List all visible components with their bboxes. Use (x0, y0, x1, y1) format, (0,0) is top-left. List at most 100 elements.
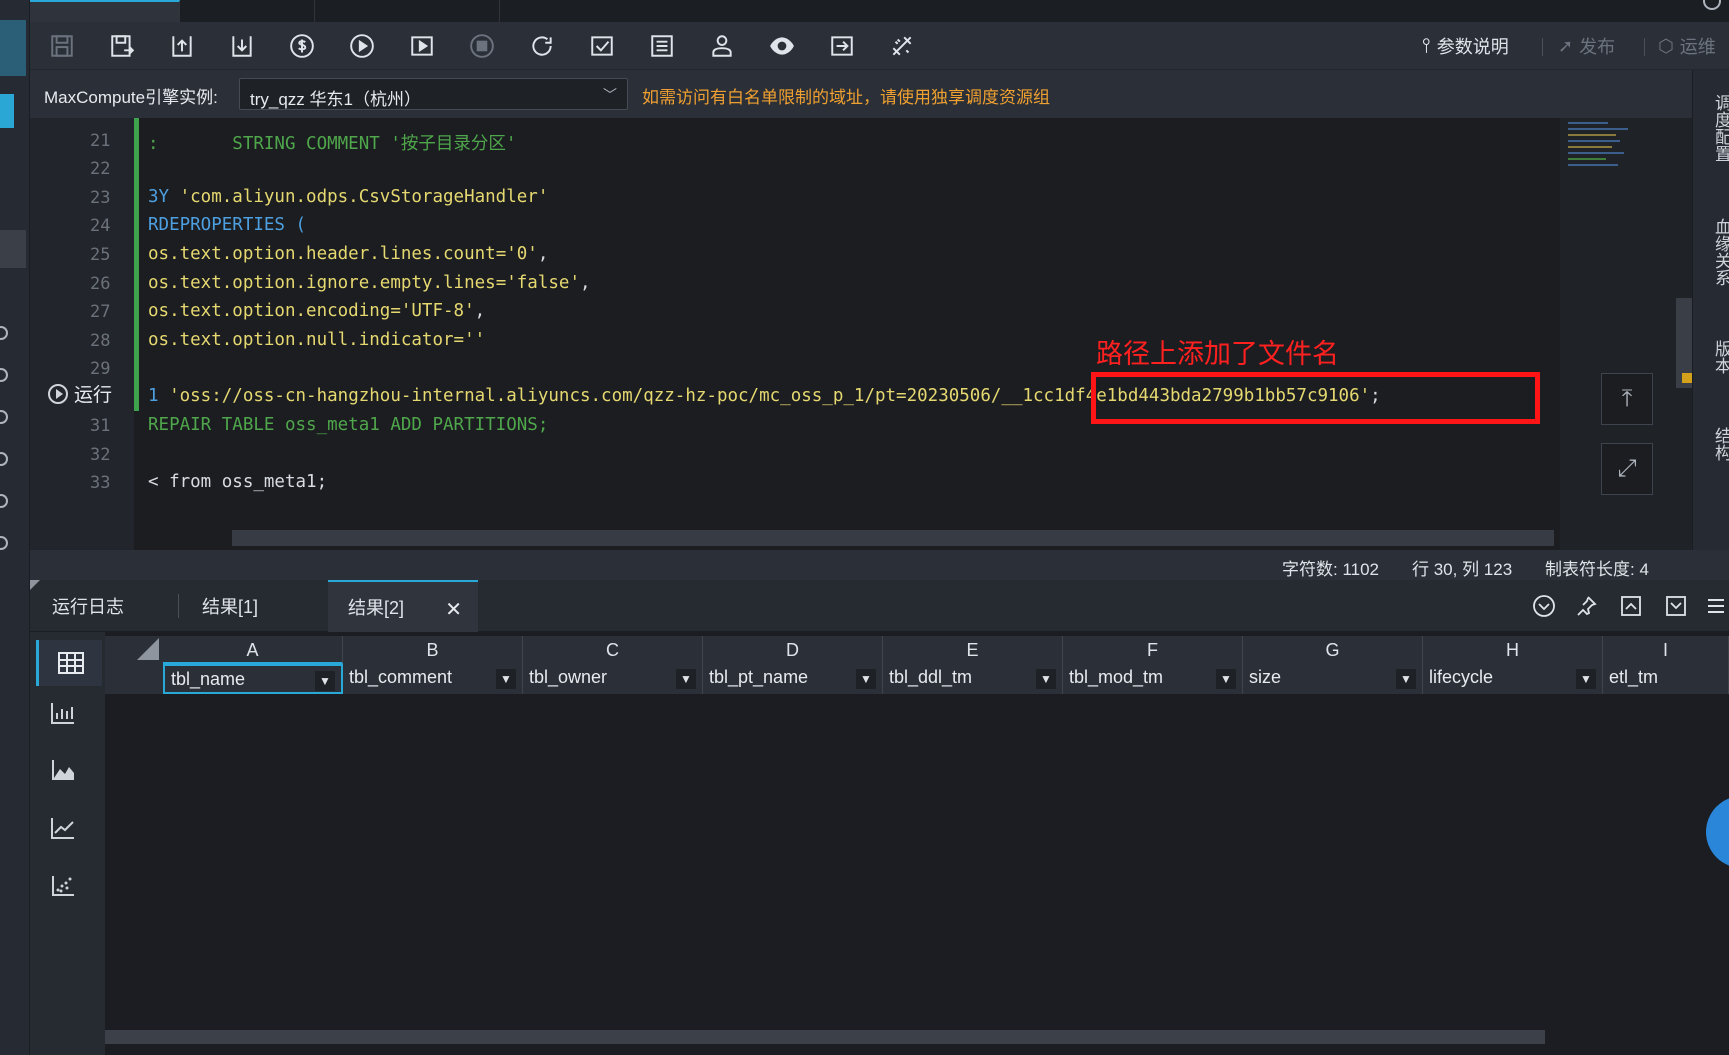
field-cell[interactable]: tbl_pt_name ▼ (703, 664, 883, 694)
cost-icon[interactable] (288, 32, 316, 60)
line-number: 27 (90, 302, 111, 322)
chevron-down-icon[interactable]: ▼ (1396, 669, 1416, 689)
chevron-down-icon[interactable]: ▼ (1216, 669, 1236, 689)
check-icon[interactable] (588, 32, 616, 60)
preview-icon[interactable] (768, 32, 796, 60)
chevron-down-icon[interactable]: ▼ (676, 669, 696, 689)
upload-icon[interactable] (168, 32, 196, 60)
field-cell[interactable]: etl_tm (1603, 664, 1729, 694)
column-header-b[interactable]: B (343, 636, 523, 664)
sidebar-node-icon[interactable] (0, 536, 8, 550)
scroll-to-top-button[interactable]: ⤒ (1601, 373, 1653, 425)
line-number: 22 (90, 159, 111, 179)
tab-result-1[interactable]: 结果[1] (182, 580, 322, 632)
refresh-icon[interactable] (528, 32, 556, 60)
column-header-d[interactable]: D (703, 636, 883, 664)
fullscreen-button[interactable]: ⤢ (1601, 443, 1653, 495)
sidebar-node-icon[interactable] (0, 368, 8, 382)
tab-width: 制表符长度: 4 (1545, 560, 1649, 579)
area-chart-icon[interactable] (48, 755, 78, 785)
export-icon[interactable] (828, 32, 856, 60)
version-tab[interactable]: 版本 (1693, 335, 1729, 379)
field-name: tbl_name (171, 669, 246, 689)
chevron-down-icon[interactable]: ▼ (856, 669, 876, 689)
sidebar-marker[interactable] (0, 94, 14, 128)
engine-selected-value: try_qzz 华东1（杭州） (250, 90, 421, 109)
stop-icon[interactable] (468, 32, 496, 60)
ops-button[interactable]: ⬡ 运维 (1658, 34, 1716, 58)
code-line-25: os.text.option.header.lines.count='0', (148, 244, 549, 264)
format-icon[interactable] (648, 32, 676, 60)
chevron-down-icon[interactable]: ▼ (496, 669, 516, 689)
field-cell[interactable]: lifecycle ▼ (1423, 664, 1603, 694)
field-cell[interactable]: tbl_comment ▼ (343, 664, 523, 694)
tab-result-2[interactable]: 结果[2] ✕ (328, 580, 478, 632)
code-line-33: < from oss_meta1; (148, 472, 328, 492)
column-header-c[interactable]: C (523, 636, 703, 664)
field-cell[interactable]: size ▼ (1243, 664, 1423, 694)
horizontal-scrollbar[interactable] (232, 530, 1554, 546)
sidebar-active-block[interactable] (0, 20, 26, 76)
column-header-a[interactable]: A (163, 636, 343, 664)
file-tab-active[interactable] (30, 0, 180, 22)
column-header-e[interactable]: E (883, 636, 1063, 664)
collapse-icon[interactable] (1530, 592, 1558, 620)
run-line-button[interactable]: 运行 (48, 380, 112, 407)
structure-tab[interactable]: 结构 (1693, 422, 1729, 466)
file-tab[interactable] (315, 0, 500, 22)
maximize-icon[interactable] (1617, 592, 1645, 620)
run-label: 运行 (74, 385, 113, 406)
engine-select[interactable]: try_qzz 华东1（杭州） ﹀ (239, 78, 628, 110)
code-editor[interactable]: 21 22 23 24 25 26 27 28 29 31 32 33 运行 :… (30, 118, 1692, 550)
tools-icon[interactable] (888, 32, 916, 60)
chevron-down-icon[interactable]: ▼ (315, 671, 335, 691)
table-view-icon[interactable] (36, 640, 102, 686)
arrow-up-icon: ⤒ (1621, 385, 1633, 412)
import-icon[interactable] (228, 32, 256, 60)
tab-run-log[interactable]: 运行日志 (32, 580, 180, 632)
hexagon-icon: ⬡ (1658, 35, 1674, 56)
column-header-i[interactable]: I (1603, 636, 1729, 664)
user-icon[interactable] (708, 32, 736, 60)
file-tab[interactable] (180, 0, 315, 22)
run-icon[interactable] (348, 32, 376, 60)
field-cell[interactable]: tbl_ddl_tm ▼ (883, 664, 1063, 694)
chevron-down-icon[interactable]: ▼ (1036, 669, 1056, 689)
save-as-icon[interactable] (108, 32, 136, 60)
field-name: tbl_owner (529, 667, 608, 687)
line-chart-icon[interactable] (48, 813, 78, 843)
params-button[interactable]: ⫯ 参数说明 (1422, 34, 1509, 58)
close-icon[interactable]: ✕ (445, 597, 462, 622)
field-cell[interactable]: tbl_name ▼ (163, 664, 343, 694)
column-header-h[interactable]: H (1423, 636, 1603, 664)
column-header-g[interactable]: G (1243, 636, 1423, 664)
play-icon (48, 383, 68, 404)
code-line-31: REPAIR TABLE oss_meta1 ADD PARTITIONS; (148, 415, 549, 435)
sidebar-node-icon[interactable] (0, 494, 8, 508)
sidebar-node-icon[interactable] (0, 452, 8, 466)
column-header-f[interactable]: F (1063, 636, 1243, 664)
menu-icon[interactable] (1702, 592, 1729, 620)
chevron-down-icon[interactable]: ▼ (1576, 669, 1596, 689)
sidebar-selected-item[interactable] (0, 230, 26, 268)
lineage-tab[interactable]: 血缘关系 (1693, 212, 1729, 292)
line-number: 26 (90, 274, 111, 294)
sidebar-node-icon[interactable] (0, 410, 8, 424)
download-icon[interactable] (1662, 592, 1690, 620)
scatter-chart-icon[interactable] (48, 871, 78, 901)
ops-label: 运维 (1679, 37, 1716, 57)
select-all-corner[interactable] (105, 636, 163, 664)
schedule-config-tab[interactable]: 调度配置 (1693, 88, 1729, 168)
bar-chart-icon[interactable] (48, 698, 78, 728)
publish-button[interactable]: ➚ 发布 (1558, 34, 1615, 58)
help-icon[interactable] (1703, 0, 1721, 10)
editor-toolbar: ⫯ 参数说明 ➚ 发布 ⬡ 运维 (30, 22, 1729, 70)
run-with-params-icon[interactable] (408, 32, 436, 60)
pin-icon[interactable] (1572, 592, 1600, 620)
sidebar-node-icon[interactable] (0, 326, 8, 340)
grid-horizontal-scrollbar[interactable] (105, 1030, 1545, 1044)
field-cell[interactable]: tbl_owner ▼ (523, 664, 703, 694)
save-icon[interactable] (48, 32, 76, 60)
engine-bar: MaxCompute引擎实例: try_qzz 华东1（杭州） ﹀ 如需访问有白… (30, 70, 1692, 118)
field-cell[interactable]: tbl_mod_tm ▼ (1063, 664, 1243, 694)
